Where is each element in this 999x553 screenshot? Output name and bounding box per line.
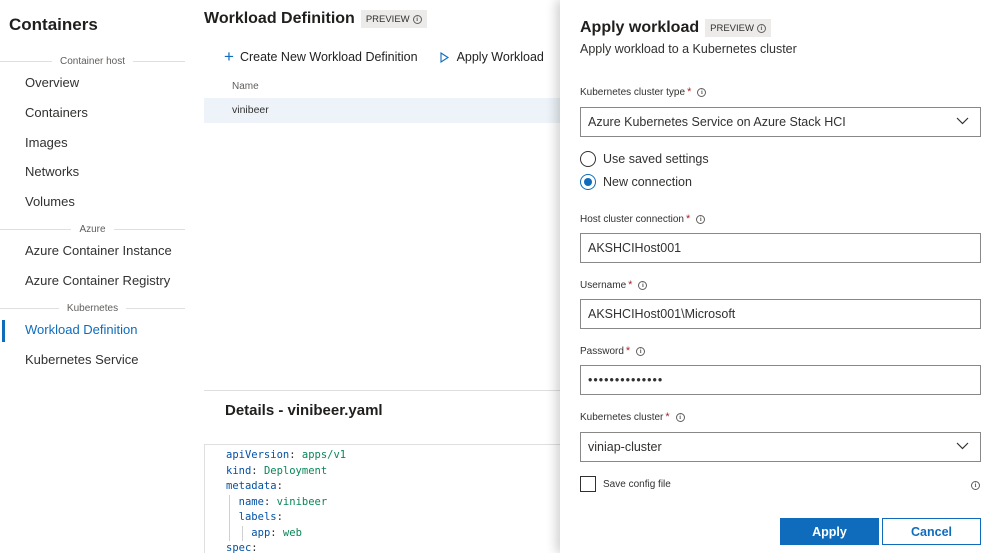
host-cluster-input[interactable]: AKSHCIHost001 xyxy=(580,233,981,263)
host-cluster-label: Host cluster connection * i xyxy=(580,213,706,225)
chevron-down-icon xyxy=(956,117,969,125)
code-line: labels: xyxy=(205,510,560,526)
section-azure: Azure xyxy=(0,224,185,235)
cluster-type-label: Kubernetes cluster type * i xyxy=(580,86,707,98)
info-icon[interactable]: i xyxy=(636,346,646,356)
sidebar-title: Containers xyxy=(9,15,98,34)
username-input[interactable]: AKSHCIHost001\Microsoft xyxy=(580,299,981,329)
info-icon[interactable]: i xyxy=(756,23,766,33)
table-row[interactable]: vinibeer xyxy=(204,98,560,123)
info-icon[interactable]: i xyxy=(697,87,707,97)
sidebar-item-workload-definition[interactable]: Workload Definition xyxy=(0,317,196,343)
code-line: spec: xyxy=(226,542,258,553)
kubernetes-cluster-dropdown[interactable]: viniap-cluster xyxy=(580,432,981,462)
info-icon[interactable]: i xyxy=(696,214,706,224)
code-line: apiVersion: apps/v1 xyxy=(226,449,347,461)
section-kubernetes: Kubernetes xyxy=(0,303,185,314)
password-input[interactable]: •••••••••••••• xyxy=(580,365,981,395)
info-icon[interactable]: i xyxy=(675,412,685,422)
column-header-name[interactable]: Name xyxy=(232,81,259,92)
code-line: metadata: xyxy=(226,480,283,492)
sidebar-item-kubernetes-service[interactable]: Kubernetes Service xyxy=(0,347,196,373)
sidebar: Containers Container host Overview Conta… xyxy=(0,0,196,553)
code-line: app: web xyxy=(205,525,560,541)
yaml-code-viewer[interactable]: apiVersion: apps/v1 kind: Deployment met… xyxy=(204,444,560,553)
radio-new-connection[interactable]: New connection xyxy=(580,174,692,190)
sidebar-item-networks[interactable]: Networks xyxy=(0,159,196,185)
divider xyxy=(204,390,560,391)
sidebar-item-volumes[interactable]: Volumes xyxy=(0,189,196,215)
password-label: Password * i xyxy=(580,345,646,357)
sidebar-item-azure-container-registry[interactable]: Azure Container Registry xyxy=(0,268,196,294)
code-line: kind: Deployment xyxy=(226,464,328,477)
kubernetes-cluster-label: Kubernetes cluster * i xyxy=(580,411,685,423)
plus-icon: + xyxy=(224,47,234,66)
preview-badge: PREVIEW i xyxy=(360,10,427,28)
sidebar-item-overview[interactable]: Overview xyxy=(0,70,196,96)
radio-button[interactable] xyxy=(580,174,596,190)
radio-button[interactable] xyxy=(580,151,596,167)
info-icon[interactable]: i xyxy=(638,280,648,290)
radio-use-saved-settings[interactable]: Use saved settings xyxy=(580,151,709,167)
sidebar-item-azure-container-instance[interactable]: Azure Container Instance xyxy=(0,238,196,264)
panel-subtitle: Apply workload to a Kubernetes cluster xyxy=(580,42,797,56)
apply-workload-button[interactable]: Apply Workload xyxy=(440,50,544,64)
chevron-down-icon xyxy=(956,442,969,450)
cancel-button[interactable]: Cancel xyxy=(882,518,981,545)
sidebar-item-images[interactable]: Images xyxy=(0,130,196,156)
page-title: Workload Definition PREVIEW i xyxy=(204,10,427,28)
section-container-host: Container host xyxy=(0,56,186,67)
save-config-checkbox-row[interactable]: Save config file xyxy=(580,476,671,492)
save-config-checkbox[interactable] xyxy=(580,476,596,492)
apply-workload-panel: Apply workload PREVIEW i Apply workload … xyxy=(560,0,999,553)
preview-badge: PREVIEW i xyxy=(705,19,771,37)
info-icon[interactable]: i xyxy=(412,14,422,24)
apply-button[interactable]: Apply xyxy=(780,518,879,545)
details-title: Details - vinibeer.yaml xyxy=(225,402,383,419)
info-icon[interactable]: i xyxy=(971,481,980,490)
toolbar: + Create New Workload Definition Apply W… xyxy=(224,47,566,66)
sidebar-item-containers[interactable]: Containers xyxy=(0,100,196,126)
username-label: Username * i xyxy=(580,279,648,291)
code-line: name: vinibeer xyxy=(205,494,560,510)
cluster-type-dropdown[interactable]: Azure Kubernetes Service on Azure Stack … xyxy=(580,107,981,137)
play-icon xyxy=(440,51,449,63)
create-workload-button[interactable]: + Create New Workload Definition xyxy=(224,47,418,66)
panel-title: Apply workload PREVIEW i xyxy=(580,19,771,37)
